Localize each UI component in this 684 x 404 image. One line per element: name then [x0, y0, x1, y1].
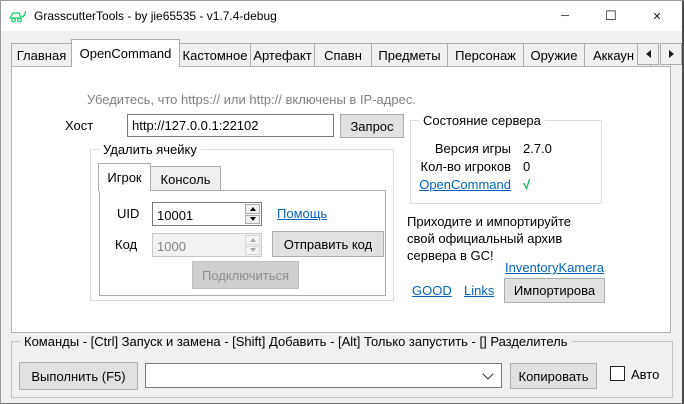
code-label: Код	[115, 237, 137, 252]
opencommand-status-row: OpenCommand	[411, 177, 511, 192]
code-stepper	[152, 233, 262, 257]
opencommand-check-value: √	[523, 177, 530, 192]
auto-checkbox[interactable]	[610, 366, 625, 381]
app-window: GrasscutterTools - by jie65535 - v1.7.4-…	[0, 0, 684, 404]
host-input[interactable]	[127, 114, 334, 137]
tab-scroll-right-button[interactable]	[660, 43, 682, 65]
import-button[interactable]: Импортирова	[504, 278, 605, 303]
inner-tab-console[interactable]: Консоль	[150, 166, 221, 191]
opencommand-tab-page: Убедитесь, что https:// или http:// вклю…	[11, 66, 671, 333]
tab-scroll-left-button[interactable]	[637, 43, 659, 65]
promo-line-2: свой официальный архив	[407, 230, 571, 247]
player-count-value: 0	[523, 159, 530, 174]
good-link[interactable]: GOOD	[412, 283, 452, 298]
send-code-button[interactable]: Отправить код	[272, 231, 384, 257]
copy-button[interactable]: Копировать	[510, 363, 597, 389]
command-combobox[interactable]	[145, 363, 502, 388]
host-label: Хост	[65, 118, 93, 133]
commands-group-title: Команды - [Ctrl] Запуск и замена - [Shif…	[20, 334, 572, 349]
inventory-kamera-link[interactable]: InventoryKamera	[505, 260, 604, 275]
tab-opencommand[interactable]: OpenCommand	[71, 39, 180, 67]
title-bar: GrasscutterTools - by jie65535 - v1.7.4-…	[1, 1, 682, 31]
arrow-right-icon	[669, 50, 674, 58]
commands-group: Команды - [Ctrl] Запуск и замена - [Shif…	[11, 341, 673, 398]
player-inner-page: UID Помощь Код Отправ	[99, 190, 386, 296]
connect-button: Подключиться	[192, 261, 299, 289]
remove-cell-group-title: Удалить ячейку	[99, 142, 201, 157]
opencommand-link[interactable]: OpenCommand	[419, 177, 511, 192]
tab-oruzhie[interactable]: Оружие	[523, 43, 585, 67]
spin-up-icon	[250, 238, 256, 242]
spin-down-icon	[250, 217, 256, 221]
uid-label: UID	[117, 206, 139, 221]
tab-personazh[interactable]: Персонаж	[447, 43, 524, 67]
help-link[interactable]: Помощь	[277, 206, 327, 221]
inner-tab-player[interactable]: Игрок	[98, 163, 151, 191]
code-spin-up-button	[245, 235, 260, 245]
close-button[interactable]: ✕	[634, 1, 680, 31]
tab-predmety[interactable]: Предметы	[371, 43, 448, 67]
uid-spin-down-button[interactable]	[245, 215, 260, 225]
auto-checkbox-label: Авто	[631, 367, 659, 382]
uid-input[interactable]	[153, 203, 244, 225]
promo-line-1: Приходите и импортируйте	[407, 213, 571, 230]
game-version-value: 2.7.0	[523, 141, 552, 156]
spin-up-icon	[250, 207, 256, 211]
grasscutter-logo-icon	[9, 8, 29, 24]
game-version-label: Версия игры	[411, 141, 511, 156]
tab-glavnaya[interactable]: Главная	[11, 43, 72, 67]
chevron-down-icon	[482, 368, 493, 379]
code-input	[153, 234, 244, 256]
promo-text: Приходите и импортируйте свой официальны…	[407, 213, 571, 264]
remove-cell-group: Удалить ячейку Игрок Консоль UID Помощь …	[90, 149, 394, 301]
maximize-button[interactable]: ☐	[588, 1, 634, 31]
server-status-group: Состояние сервера Версия игры 2.7.0 Кол-…	[410, 120, 602, 204]
code-spin-down-button	[245, 246, 260, 256]
player-count-label: Кол-во игроков	[411, 159, 511, 174]
server-status-group-title: Состояние сервера	[419, 113, 545, 128]
query-button[interactable]: Запрос	[340, 114, 404, 138]
arrow-left-icon	[646, 50, 651, 58]
tab-artefakt[interactable]: Артефакт	[250, 43, 315, 67]
links-link[interactable]: Links	[464, 283, 494, 298]
tab-kastomnoe[interactable]: Кастомное	[179, 43, 251, 67]
command-input[interactable]	[146, 368, 484, 383]
window-title: GrasscutterTools - by jie65535 - v1.7.4-…	[34, 9, 277, 23]
spin-down-icon	[250, 248, 256, 252]
https-hint-text: Убедитесь, что https:// или http:// вклю…	[87, 92, 416, 107]
run-button[interactable]: Выполнить (F5)	[19, 362, 138, 390]
minimize-button[interactable]: ─	[542, 1, 588, 31]
uid-stepper[interactable]	[152, 202, 262, 226]
tab-spavn[interactable]: Спавн	[314, 43, 372, 67]
uid-spin-up-button[interactable]	[245, 204, 260, 214]
